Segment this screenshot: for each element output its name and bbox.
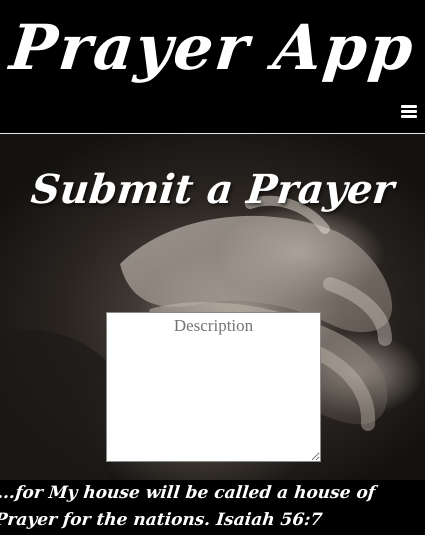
hamburger-menu-icon[interactable]	[401, 104, 417, 119]
menu-bar	[401, 110, 417, 113]
description-textarea[interactable]	[106, 312, 321, 462]
section-title: Submit a Prayer	[28, 166, 397, 213]
header: Prayer App	[0, 0, 425, 133]
menu-bar	[401, 105, 417, 108]
hero-praying-hands-background: Submit a Prayer	[0, 134, 425, 480]
menu-bar	[401, 115, 417, 118]
app-title: Prayer App	[6, 11, 419, 84]
footer-verse: ...for My house will be called a house o…	[0, 483, 377, 530]
page: Prayer App Submit a Prayer Description .…	[0, 0, 425, 535]
